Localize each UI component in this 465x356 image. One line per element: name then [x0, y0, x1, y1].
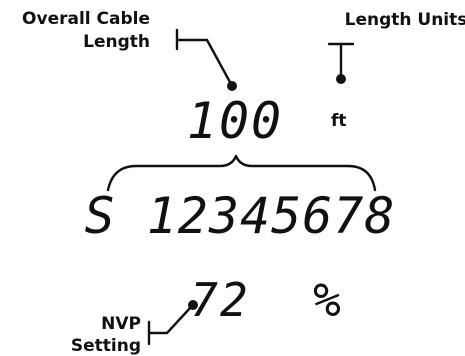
length-units-callout: Length Units [327, 10, 465, 84]
wire-pair-brace [106, 154, 377, 192]
overall-cable-length-pointer-dot [227, 81, 237, 91]
overall-cable-length-label-line-1: Overall Cable [22, 9, 150, 29]
overall-cable-length-callout: Overall Cable Length [22, 9, 237, 91]
nvp-value-readout: 72 [190, 273, 249, 327]
nvp-setting-label-line-1: NVP [101, 314, 141, 334]
nvp-setting-pointer-line [147, 305, 193, 335]
overall-cable-length-label-line-2: Length [83, 32, 150, 52]
wire-pair-readout: S 12345678 [84, 187, 395, 245]
length-value-readout: 100 [187, 92, 283, 150]
percent-readout: % [313, 273, 343, 327]
length-units-pointer-dot [336, 74, 346, 84]
length-unit-readout: ft [331, 111, 347, 131]
nvp-setting-callout: NVP Setting [71, 300, 198, 356]
nvp-setting-label-line-2: Setting [71, 336, 141, 356]
nvp-setting-pointer-dot [188, 300, 198, 310]
lcd-display-diagram: Overall Cable Length Length Units 100 ft… [22, 9, 465, 356]
overall-cable-length-pointer-line [175, 38, 233, 86]
length-units-label: Length Units [345, 10, 465, 30]
